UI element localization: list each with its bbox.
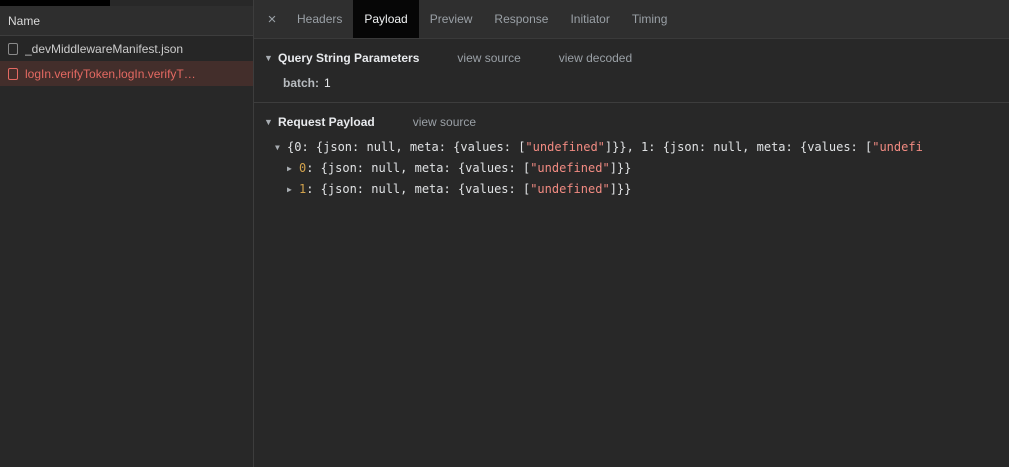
- view-source-link[interactable]: view source: [457, 51, 520, 65]
- request-name: _devMiddlewareManifest.json: [25, 41, 184, 56]
- param-value: 1: [324, 76, 331, 90]
- request-payload-title: Request Payload: [278, 115, 375, 129]
- collapsed-triangle-icon[interactable]: ▶: [287, 179, 299, 200]
- file-icon-error: [8, 67, 18, 80]
- request-row-login-verifytoken[interactable]: logIn.verifyToken,logIn.verifyT…: [0, 61, 253, 86]
- tab-response[interactable]: Response: [483, 0, 559, 38]
- detail-tab-bar: × Headers Payload Preview Response Initi…: [254, 0, 1015, 39]
- payload-tab-content: ▼ Query String Parameters view source vi…: [254, 39, 1015, 469]
- tree-item-preview: 1: {json: null, meta: {values: ["undefin…: [299, 182, 632, 196]
- network-request-list: Name _devMiddlewareManifest.json logIn.v…: [0, 0, 254, 469]
- tree-root-preview: {0: {json: null, meta: {values: ["undefi…: [287, 140, 923, 154]
- expanded-triangle-icon[interactable]: ▼: [275, 137, 287, 158]
- name-column-label: Name: [8, 13, 41, 28]
- tree-row-item-1[interactable]: ▶ 1: {json: null, meta: {values: ["undef…: [254, 179, 1015, 200]
- tab-payload[interactable]: Payload: [353, 0, 419, 38]
- tab-initiator[interactable]: Initiator: [559, 0, 620, 38]
- tab-headers[interactable]: Headers: [286, 0, 353, 38]
- request-row-devmiddleware[interactable]: _devMiddlewareManifest.json: [0, 36, 253, 61]
- request-name: logIn.verifyToken,logIn.verifyT…: [25, 66, 196, 81]
- param-name: batch:: [283, 76, 319, 90]
- query-string-section: ▼ Query String Parameters view source vi…: [254, 39, 1015, 103]
- tree-item-preview: 0: {json: null, meta: {values: ["undefin…: [299, 161, 632, 175]
- page-edge-right: [1009, 0, 1015, 469]
- close-icon[interactable]: ×: [258, 11, 286, 28]
- query-string-header: ▼ Query String Parameters view source vi…: [254, 43, 1015, 71]
- top-strip: [0, 0, 253, 6]
- tree-row-root[interactable]: ▼ {0: {json: null, meta: {values: ["unde…: [254, 137, 1015, 158]
- collapse-triangle-icon[interactable]: ▼: [264, 53, 278, 63]
- file-icon: [8, 42, 18, 55]
- view-source-link[interactable]: view source: [413, 115, 476, 129]
- view-decoded-link[interactable]: view decoded: [559, 51, 632, 65]
- tree-row-item-0[interactable]: ▶ 0: {json: null, meta: {values: ["undef…: [254, 158, 1015, 179]
- top-strip-black: [0, 0, 110, 6]
- collapsed-triangle-icon[interactable]: ▶: [287, 158, 299, 179]
- query-string-title: Query String Parameters: [278, 51, 420, 65]
- collapse-triangle-icon[interactable]: ▼: [264, 117, 278, 127]
- devtools-network-panel: Name _devMiddlewareManifest.json logIn.v…: [0, 0, 1015, 469]
- payload-json-tree: ▼ {0: {json: null, meta: {values: ["unde…: [254, 135, 1015, 200]
- name-column-header[interactable]: Name: [0, 6, 253, 36]
- request-details-pane: × Headers Payload Preview Response Initi…: [254, 0, 1015, 469]
- tab-timing[interactable]: Timing: [621, 0, 679, 38]
- request-payload-section: ▼ Request Payload view source ▼ {0: {jso…: [254, 103, 1015, 200]
- query-param-row: batch: 1: [254, 71, 1015, 92]
- request-payload-header: ▼ Request Payload view source: [254, 107, 1015, 135]
- tab-preview[interactable]: Preview: [419, 0, 484, 38]
